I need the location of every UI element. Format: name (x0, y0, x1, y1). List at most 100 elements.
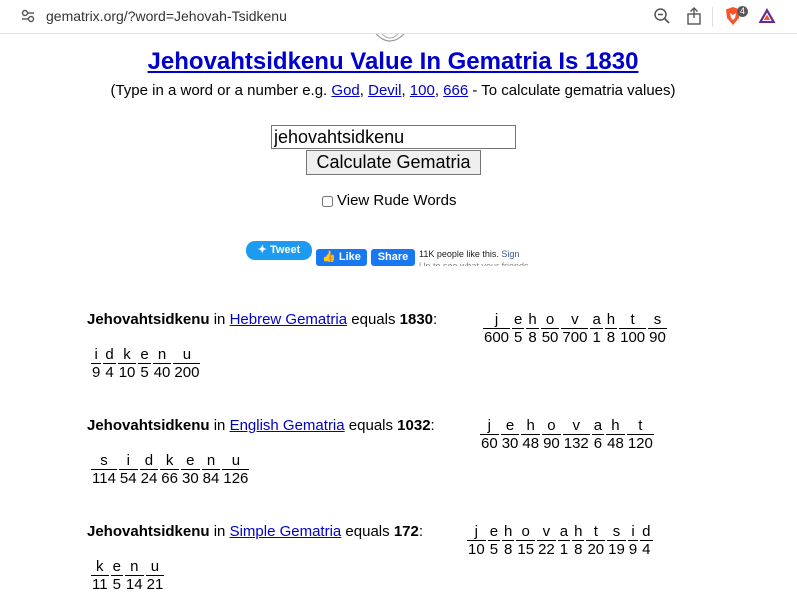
letter-value-cell: v 132 (562, 418, 591, 452)
letter-value-cell: i9 (627, 524, 639, 558)
letter-value-cell: u 200 (172, 347, 201, 381)
share-icon[interactable] (684, 6, 704, 26)
letter-value-cell: d4 (102, 347, 116, 381)
letter-value-cell: s 19 (606, 524, 627, 558)
letter-value-cell: n 14 (124, 559, 145, 593)
site-settings-icon[interactable] (20, 8, 36, 24)
word-input[interactable] (271, 125, 516, 149)
example-link-100[interactable]: 100 (410, 82, 435, 99)
letter-value-cell: s 90 (647, 312, 668, 346)
letter: e (512, 311, 525, 329)
letter-value-cell: e5 (110, 559, 124, 593)
letter: h (521, 418, 541, 435)
facebook-clipped-text: Up to see what your friends (419, 262, 547, 266)
letter: h (606, 418, 625, 435)
view-rude-words-option[interactable]: View Rude Words (322, 192, 457, 209)
letter-value: 4 (642, 541, 651, 558)
letter-value-cell: t 20 (585, 524, 606, 558)
example-link-devil[interactable]: Devil (368, 82, 401, 99)
in-text: in (209, 417, 230, 434)
tweet-label: Tweet (269, 244, 301, 256)
letter: v (561, 312, 589, 329)
url-field[interactable]: gematrix.org/?word=Jehovah-Tsidkenu (46, 8, 287, 24)
letter-value: 90 (543, 435, 560, 452)
letter-value-cell: i9 (90, 347, 102, 381)
simple-letter-breakdown-2: k 11 e 5 n 14 u 21 (90, 559, 165, 593)
example-link-god[interactable]: God (331, 82, 359, 99)
letter-value-cell: e5 (137, 347, 151, 381)
letter-value-cell: h8 (604, 312, 618, 346)
hebrew-total: 1830 (399, 311, 434, 328)
result-word: Jehovahtsidkenu (87, 417, 210, 434)
letter-value: 30 (181, 470, 199, 487)
facebook-like-count: 11K people like this. Sign (419, 249, 519, 259)
view-rude-words-checkbox[interactable] (322, 195, 333, 207)
letter: o (540, 312, 560, 329)
letter: s (648, 312, 667, 329)
letter-value-cell: n 84 (201, 453, 222, 487)
letter-value-cell: o 90 (541, 418, 562, 452)
letter: i (91, 347, 102, 364)
letter-value: 90 (649, 329, 666, 346)
letter: j (467, 524, 486, 541)
facebook-sign-up-link[interactable]: Sign (501, 249, 519, 259)
letter-value: 5 (140, 364, 149, 381)
letter-value-cell: o 15 (515, 524, 536, 558)
in-text: in (209, 311, 230, 328)
letter-value-cell: j 60 (479, 418, 500, 452)
hebrew-result-label: Jehovahtsidkenu in Hebrew Gematria equal… (87, 311, 438, 328)
letter-value: 11 (92, 576, 108, 593)
letter-value-cell: e5 (487, 524, 501, 558)
english-total: 1032 (397, 417, 431, 434)
letter: e (110, 558, 123, 576)
simple-letter-breakdown-1: j 10 e 5 h 8 o 15 v 22 a 1 h 8 t 20 s 19 i 9 d 4 (466, 524, 654, 558)
tweet-button[interactable]: ✦ Tweet (246, 241, 312, 260)
letter-value: 120 (627, 435, 653, 452)
instructions-prefix: (Type in a word or a number e.g. (110, 82, 332, 99)
letter: a (591, 417, 605, 435)
letter: u (222, 453, 250, 470)
letter-value-cell: j 600 (482, 312, 511, 346)
facebook-share-button[interactable]: Share (371, 249, 415, 266)
letter: e (138, 346, 151, 364)
letter-value: 600 (484, 329, 510, 346)
calculate-gematria-button[interactable]: Calculate Gematria (306, 150, 481, 175)
letter-value: 10 (468, 541, 485, 558)
simple-gematria-link[interactable]: Simple Gematria (230, 523, 342, 540)
letter-value-cell: d4 (639, 524, 653, 558)
letter: e (500, 418, 520, 435)
in-text: in (209, 523, 230, 540)
facebook-like-button[interactable]: 👍 Like (316, 249, 367, 266)
letter-value: 9 (92, 364, 101, 381)
letter: e (180, 453, 200, 470)
letter: a (590, 311, 603, 329)
letter-value: 48 (607, 435, 624, 452)
result-word: Jehovahtsidkenu (87, 523, 210, 540)
like-count-text: 11K people like this. (419, 249, 499, 259)
letter-value-cell: t 120 (626, 418, 655, 452)
letter-value-cell: u 126 (221, 453, 250, 487)
letter-value-cell: v 22 (536, 524, 557, 558)
letter: v (562, 418, 590, 435)
letter-value-cell: h8 (501, 524, 515, 558)
english-gematria-link[interactable]: English Gematria (230, 417, 345, 434)
example-link-666[interactable]: 666 (443, 82, 468, 99)
letter-value-cell: h8 (571, 524, 585, 558)
english-result-label: Jehovahtsidkenu in English Gematria equa… (87, 417, 435, 434)
letter-value: 50 (541, 329, 559, 346)
letter: i (627, 524, 639, 541)
letter: n (201, 453, 221, 470)
letter-value: 22 (538, 541, 555, 558)
instructions-text: (Type in a word or a number e.g. God, De… (110, 82, 676, 99)
letter-value: 126 (223, 470, 249, 487)
letter: n (124, 559, 144, 576)
brave-rewards-icon[interactable] (757, 6, 777, 26)
page-title[interactable]: Jehovahtsidkenu Value In Gematria Is 183… (0, 48, 786, 76)
letter: i (118, 453, 138, 470)
letter-value: 24 (140, 470, 158, 487)
letter-value: 8 (574, 541, 583, 558)
zoom-icon[interactable] (652, 6, 672, 26)
letter-value-cell: e 30 (180, 453, 201, 487)
hebrew-gematria-link[interactable]: Hebrew Gematria (230, 311, 348, 328)
letter-value-cell: h 48 (605, 418, 626, 452)
